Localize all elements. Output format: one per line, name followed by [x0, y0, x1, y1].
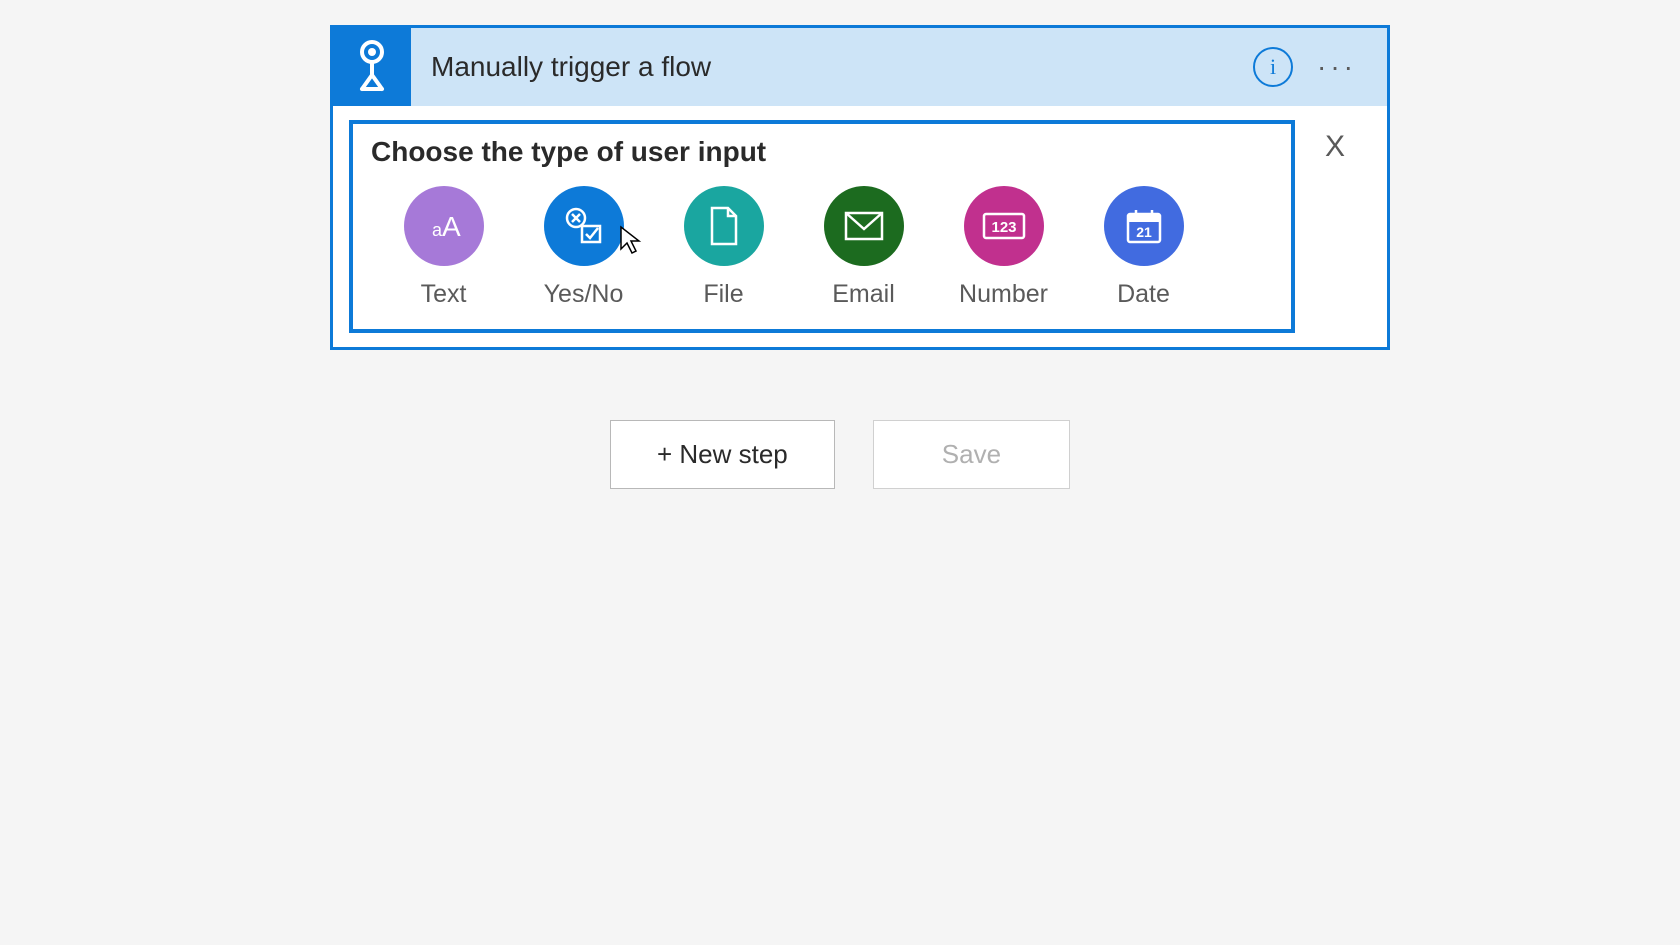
new-step-button[interactable]: + New step: [610, 420, 835, 489]
input-type-date[interactable]: 21 Date: [1101, 186, 1186, 309]
trigger-body: Choose the type of user input a A Text: [333, 106, 1387, 347]
more-menu-button[interactable]: ···: [1317, 51, 1357, 83]
input-type-panel: Choose the type of user input a A Text: [349, 120, 1295, 333]
number-icon: 123: [964, 186, 1044, 266]
type-label: Text: [421, 280, 467, 309]
yesno-icon: [544, 186, 624, 266]
action-row: + New step Save: [0, 420, 1680, 489]
input-type-email[interactable]: Email: [821, 186, 906, 309]
input-type-yesno[interactable]: Yes/No: [541, 186, 626, 309]
input-type-number[interactable]: 123 Number: [961, 186, 1046, 309]
input-type-row: a A Text Yes/No: [371, 186, 1273, 309]
file-icon: [684, 186, 764, 266]
trigger-icon: [333, 28, 411, 106]
svg-text:123: 123: [991, 219, 1016, 236]
type-label: Date: [1117, 280, 1170, 309]
save-button[interactable]: Save: [873, 420, 1070, 489]
svg-text:21: 21: [1136, 224, 1152, 240]
close-button[interactable]: X: [1315, 120, 1371, 164]
type-label: Yes/No: [544, 280, 624, 309]
type-label: Email: [832, 280, 895, 309]
text-icon: a A: [404, 186, 484, 266]
svg-text:A: A: [442, 211, 461, 242]
trigger-title: Manually trigger a flow: [411, 51, 1253, 83]
email-icon: [824, 186, 904, 266]
type-label: Number: [959, 280, 1048, 309]
input-type-file[interactable]: File: [681, 186, 766, 309]
panel-heading: Choose the type of user input: [371, 136, 1273, 168]
type-label: File: [703, 280, 743, 309]
info-icon[interactable]: i: [1253, 47, 1293, 87]
date-icon: 21: [1104, 186, 1184, 266]
trigger-header: Manually trigger a flow i ···: [333, 28, 1387, 106]
trigger-card: Manually trigger a flow i ··· Choose the…: [330, 25, 1390, 350]
input-type-text[interactable]: a A Text: [401, 186, 486, 309]
